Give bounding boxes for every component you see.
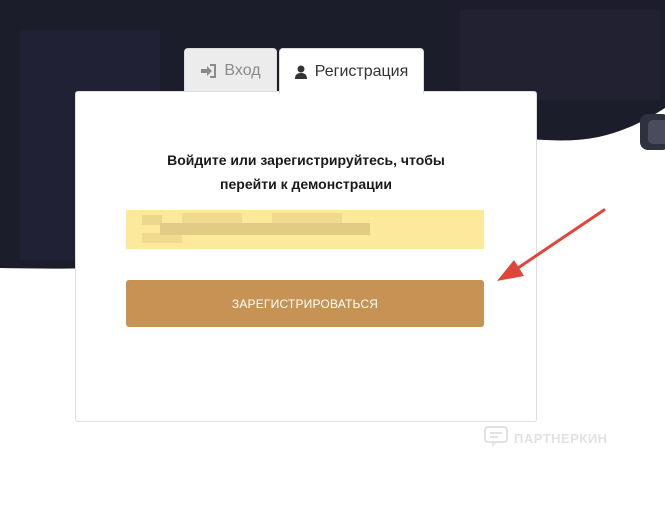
card-title: Войдите или зарегистрируйтесь, чтобы пер… — [76, 148, 536, 196]
tab-register-label: Регистрация — [314, 62, 409, 80]
registration-card: Войдите или зарегистрируйтесь, чтобы пер… — [75, 91, 537, 422]
obscured-field-value — [142, 213, 372, 245]
user-icon — [294, 65, 307, 79]
chat-bubble-icon — [484, 426, 508, 451]
tab-login-label: Вход — [224, 61, 261, 79]
watermark: ПАРТНЕРКИН — [484, 426, 608, 451]
tab-login[interactable]: Вход — [184, 48, 277, 92]
sign-in-icon — [200, 63, 217, 78]
register-button[interactable]: ЗАРЕГИСТРИРОВАТЬСЯ — [126, 280, 484, 327]
card-title-line-2: перейти к демонстрации — [220, 176, 392, 192]
tab-register[interactable]: Регистрация — [279, 48, 424, 94]
card-title-line-1: Войдите или зарегистрируйтесь, чтобы — [167, 152, 445, 168]
device-icon — [640, 114, 665, 150]
watermark-text: ПАРТНЕРКИН — [514, 431, 608, 446]
